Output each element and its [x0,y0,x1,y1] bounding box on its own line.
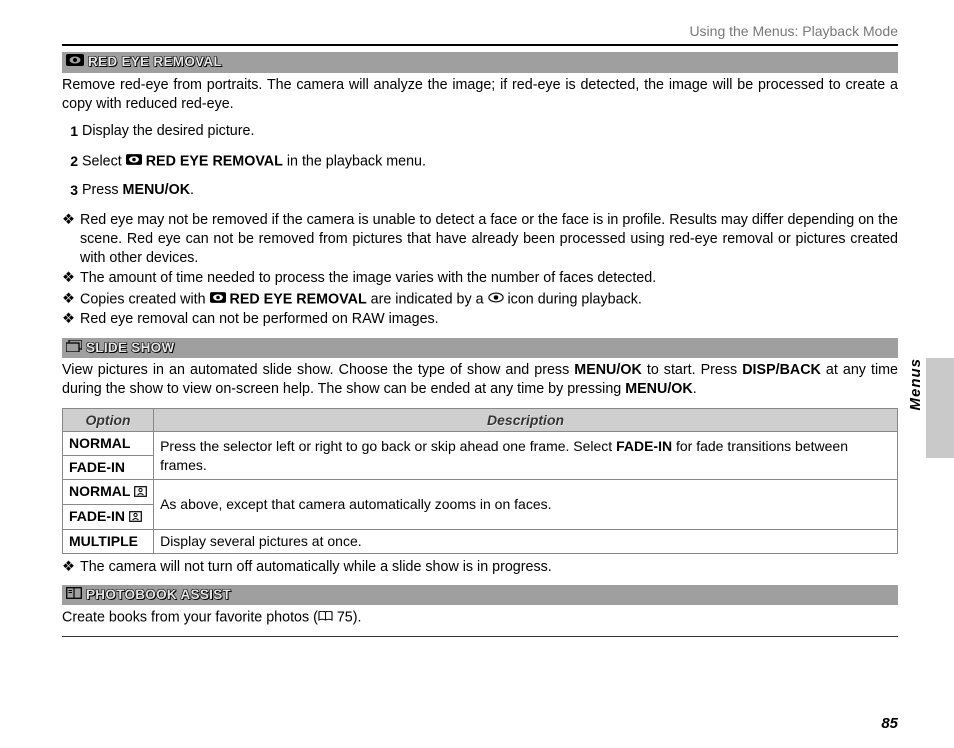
step-text: Display the desired picture. [82,122,254,141]
slide-show-icon [66,339,82,357]
step-number: 3 [62,181,78,200]
note-item: ❖The camera will not turn off automatica… [62,558,898,577]
face-detect-icon [134,483,147,502]
red-eye-removal-icon [66,53,84,71]
top-rule [62,44,898,47]
note-bullet-icon: ❖ [62,211,80,269]
page-content: Using the Menus: Playback Mode RED EYE R… [0,0,954,637]
note-bullet-icon: ❖ [62,310,80,329]
note-bullet-icon: ❖ [62,558,80,577]
slide-show-options-table: Option Description NORMAL Press the sele… [62,408,898,554]
step-number: 1 [62,122,78,141]
step-number: 2 [62,152,78,172]
red-eye-removal-icon [126,152,142,171]
step-row: 2 Select RED EYE REMOVAL in the playback… [62,152,898,172]
slide-show-notes: ❖The camera will not turn off automatica… [62,558,898,577]
section-bar-slide-show: SLIDE SHOW [62,338,898,358]
step-text: Select RED EYE REMOVAL in the playback m… [82,152,426,172]
photobook-assist-icon [66,586,82,604]
table-row: NORMAL As above, except that camera auto… [63,480,898,505]
red-eye-removal-icon [210,290,226,309]
book-ref-icon [318,608,333,627]
description-cell: Display several pictures at once. [154,529,898,553]
table-header-row: Option Description [63,408,898,432]
option-cell: MULTIPLE [63,529,154,553]
red-eye-notes: ❖Red eye may not be removed if the camer… [62,211,898,330]
photobook-intro: Create books from your favorite photos (… [62,608,898,628]
note-item: ❖Red eye removal can not be performed on… [62,310,898,329]
note-item: ❖Red eye may not be removed if the camer… [62,211,898,269]
option-cell: NORMAL [63,432,154,456]
description-cell: Press the selector left or right to go b… [154,432,898,480]
option-cell: FADE-IN [63,504,154,529]
red-eye-indicator-icon [488,290,504,309]
side-tab-label: Menus [906,358,926,411]
side-thumb-tab [926,358,954,458]
note-bullet-icon: ❖ [62,290,80,310]
section-title: RED EYE REMOVAL [88,53,222,71]
note-bullet-icon: ❖ [62,269,80,288]
step-text: Press MENU/OK. [82,181,194,200]
red-eye-steps: 1 Display the desired picture. 2 Select … [62,122,898,200]
step-row: 1 Display the desired picture. [62,122,898,141]
section-bar-red-eye: RED EYE REMOVAL [62,52,898,72]
col-description: Description [154,408,898,432]
option-cell: NORMAL [63,480,154,505]
option-cell: FADE-IN [63,456,154,480]
bottom-rule [62,636,898,637]
red-eye-intro: Remove red-eye from portraits. The camer… [62,76,898,115]
description-cell: As above, except that camera automatical… [154,480,898,529]
step-row: 3 Press MENU/OK. [62,181,898,200]
table-row: MULTIPLE Display several pictures at onc… [63,529,898,553]
note-item: ❖The amount of time needed to process th… [62,269,898,288]
col-option: Option [63,408,154,432]
page-number: 85 [881,714,898,734]
section-title: PHOTOBOOK ASSIST [86,586,231,604]
face-detect-icon [129,508,142,527]
breadcrumb: Using the Menus: Playback Mode [62,22,898,41]
section-bar-photobook: PHOTOBOOK ASSIST [62,585,898,605]
table-row: NORMAL Press the selector left or right … [63,432,898,456]
note-item: ❖ Copies created with RED EYE REMOVAL ar… [62,290,898,310]
slide-show-intro: View pictures in an automated slide show… [62,361,898,400]
section-title: SLIDE SHOW [86,339,175,357]
